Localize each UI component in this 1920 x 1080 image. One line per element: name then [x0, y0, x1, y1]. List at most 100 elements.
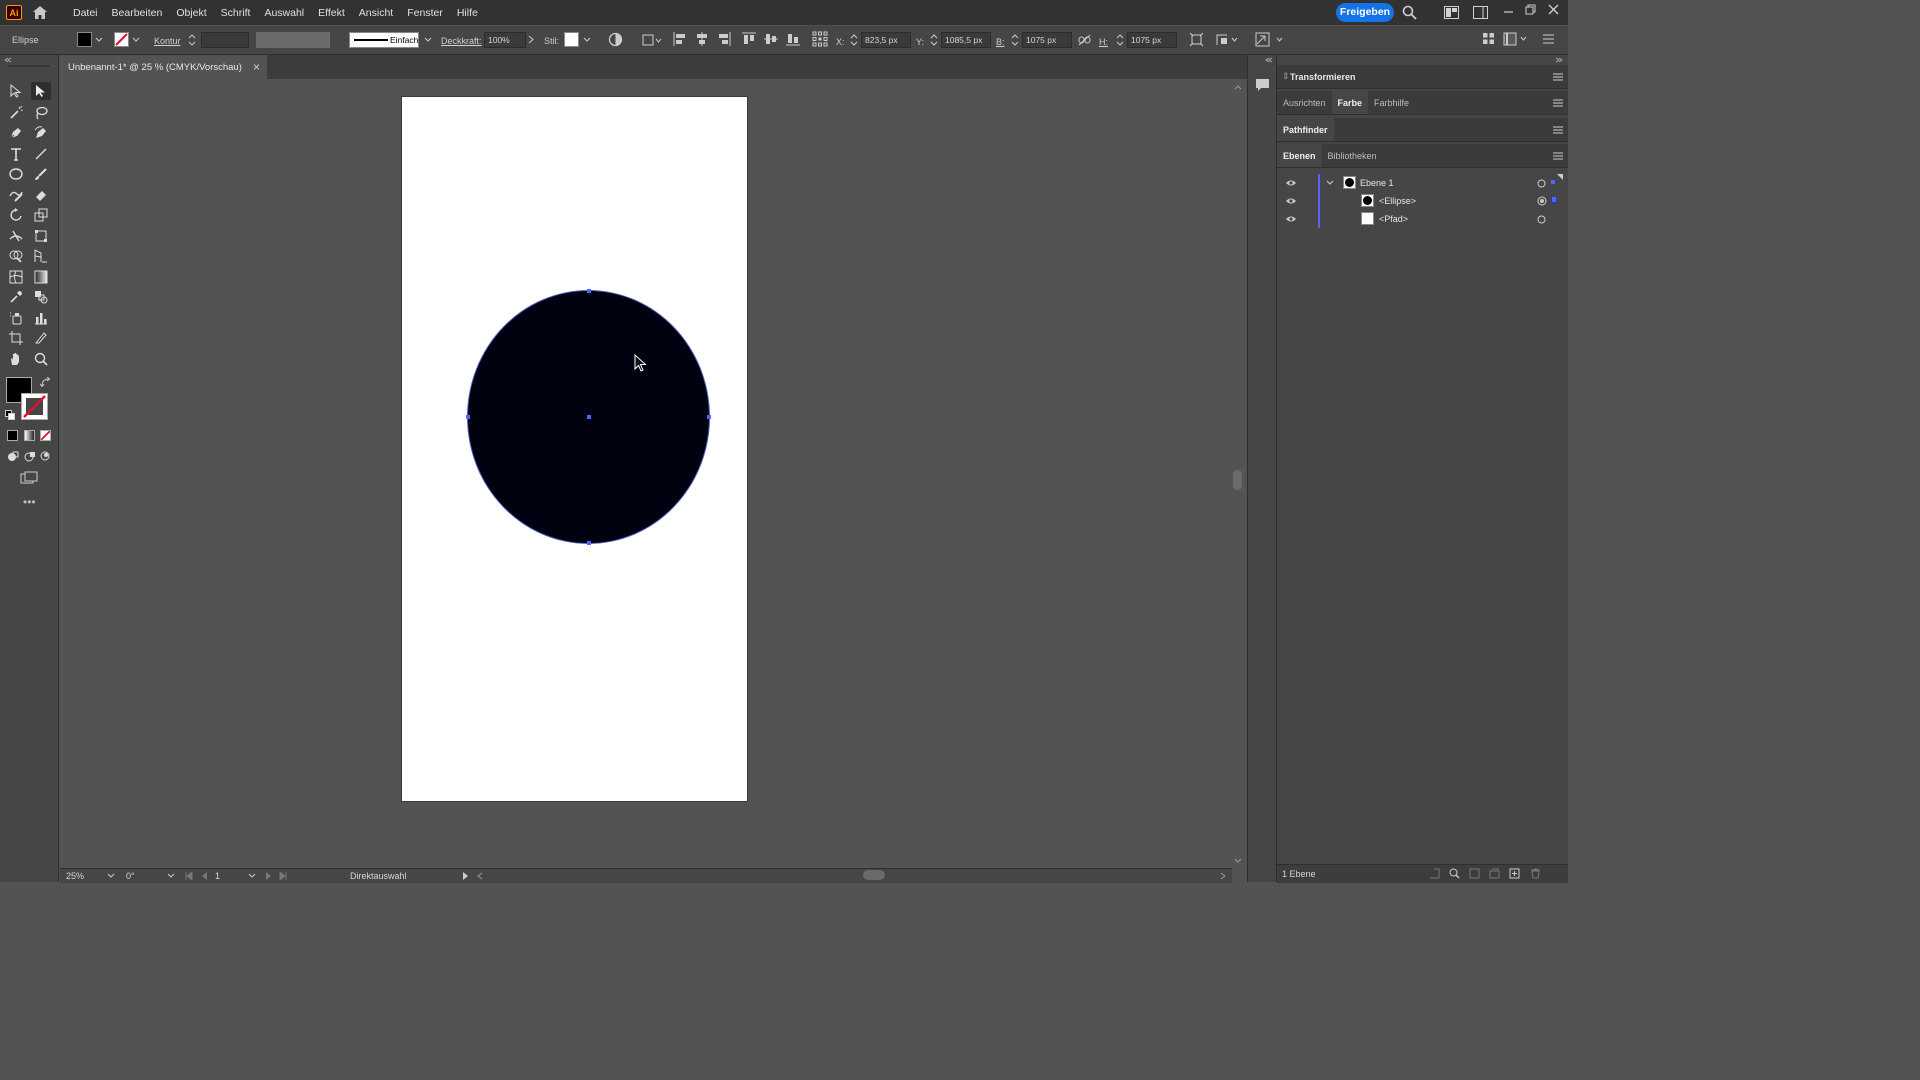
close-window-icon[interactable]	[1548, 4, 1559, 15]
layer-name[interactable]: <Ellipse>	[1379, 196, 1416, 206]
eye-icon[interactable]	[1285, 197, 1297, 205]
tab-farbhilfe[interactable]: Farbhilfe	[1368, 91, 1415, 114]
shape-builder-tool[interactable]	[7, 248, 25, 264]
align-right-icon[interactable]	[717, 32, 731, 46]
none-mode-button[interactable]	[40, 430, 51, 441]
workspace-icon[interactable]	[1473, 6, 1488, 19]
tab-bibliotheken[interactable]: Bibliotheken	[1322, 144, 1383, 167]
arrange-documents-icon[interactable]	[1444, 6, 1459, 19]
target-icon[interactable]	[1537, 215, 1546, 224]
vertical-scroll-thumb[interactable]	[1233, 470, 1242, 490]
layer-row[interactable]: Ebene 1	[1277, 174, 1568, 192]
anchor-point-right[interactable]	[707, 415, 711, 419]
eye-icon[interactable]	[1285, 179, 1297, 187]
height-field[interactable]: 1075 px	[1127, 32, 1177, 48]
grid-view-icon[interactable]	[1482, 32, 1495, 45]
clipping-mask-icon[interactable]	[1469, 868, 1480, 879]
stepper-icon[interactable]	[930, 33, 938, 47]
color-mode-button[interactable]	[7, 430, 18, 441]
anchor-point-top[interactable]	[587, 289, 591, 293]
collapse-icon[interactable]	[1555, 57, 1563, 63]
menu-datei[interactable]: Datei	[66, 7, 105, 19]
rotation-angle[interactable]: 0°	[126, 871, 135, 881]
gradient-mode-button[interactable]	[24, 430, 35, 441]
stroke-label[interactable]: Kontur	[154, 36, 181, 46]
export-icon[interactable]	[1429, 868, 1440, 879]
chevron-down-icon[interactable]	[1326, 180, 1334, 186]
direct-selection-tool[interactable]	[31, 82, 51, 100]
x-position-field[interactable]: 823,5 px	[861, 32, 911, 48]
new-layer-icon[interactable]	[1509, 868, 1520, 879]
paintbrush-tool[interactable]	[32, 166, 50, 182]
share-button[interactable]: Freigeben	[1336, 3, 1394, 22]
align-bottom-icon[interactable]	[786, 32, 800, 46]
zoom-tool[interactable]	[32, 351, 50, 367]
width-field[interactable]: 1075 px	[1022, 32, 1072, 48]
target-selected-icon[interactable]	[1537, 196, 1547, 206]
tab-ebenen[interactable]: Ebenen	[1277, 144, 1322, 167]
selection-indicator[interactable]	[1551, 196, 1557, 203]
fill-swatch[interactable]	[77, 32, 92, 47]
selection-tool[interactable]	[7, 83, 25, 99]
menu-ansicht[interactable]: Ansicht	[352, 7, 400, 19]
chevron-down-icon[interactable]	[107, 873, 115, 879]
shaper-tool[interactable]	[7, 187, 25, 203]
eraser-tool[interactable]	[32, 187, 50, 203]
collapse-icon[interactable]	[1265, 57, 1273, 63]
brush-definition-field[interactable]: Einfach	[349, 32, 419, 48]
width-tool[interactable]	[7, 228, 25, 244]
ellipse-tool[interactable]	[7, 166, 25, 182]
chevron-down-icon[interactable]	[167, 873, 175, 879]
free-transform-tool[interactable]	[32, 228, 50, 244]
selection-indicator[interactable]	[1551, 180, 1555, 184]
chevron-down-icon[interactable]	[132, 37, 140, 43]
chevron-right-icon[interactable]	[462, 872, 469, 880]
chevron-right-icon[interactable]	[528, 35, 534, 44]
edit-toolbar-icon[interactable]: •••	[23, 495, 36, 509]
chevron-down-icon[interactable]	[248, 873, 256, 879]
type-tool[interactable]	[7, 146, 25, 162]
center-point[interactable]	[587, 415, 591, 419]
isolate-icon[interactable]	[1255, 32, 1285, 47]
panel-menu-icon[interactable]	[1553, 99, 1563, 107]
layer-row[interactable]: <Ellipse>	[1277, 192, 1568, 210]
shape-options-icon[interactable]	[1215, 32, 1239, 47]
menu-schrift[interactable]: Schrift	[214, 7, 258, 19]
menu-objekt[interactable]: Objekt	[169, 7, 213, 19]
magic-wand-tool[interactable]	[7, 105, 25, 121]
menu-hilfe[interactable]: Hilfe	[450, 7, 485, 19]
menu-auswahl[interactable]: Auswahl	[257, 7, 311, 19]
stepper-icon[interactable]	[1116, 33, 1124, 47]
menu-fenster[interactable]: Fenster	[400, 7, 450, 19]
previous-artboard-icon[interactable]	[200, 872, 208, 880]
constrain-proportions-icon[interactable]	[1078, 34, 1091, 46]
height-label[interactable]: H:	[1099, 37, 1108, 47]
stepper-icon[interactable]	[1011, 33, 1019, 47]
hand-tool[interactable]	[7, 351, 25, 367]
artboard-number[interactable]: 1	[215, 871, 220, 881]
chevron-down-icon[interactable]	[583, 37, 591, 43]
align-middle-v-icon[interactable]	[764, 32, 778, 46]
align-left-icon[interactable]	[673, 32, 687, 46]
eyedropper-tool[interactable]	[7, 289, 25, 305]
eye-icon[interactable]	[1285, 215, 1297, 223]
graphic-style-swatch[interactable]	[564, 32, 579, 47]
column-graph-tool[interactable]	[32, 310, 50, 326]
trash-icon[interactable]	[1530, 868, 1541, 879]
draw-behind-icon[interactable]	[24, 451, 36, 462]
stroke-weight-field[interactable]	[201, 32, 249, 48]
perspective-grid-tool[interactable]	[32, 248, 50, 264]
panel-menu-icon[interactable]	[1553, 73, 1563, 81]
symbol-sprayer-tool[interactable]	[7, 310, 25, 326]
width-label[interactable]: B:	[996, 37, 1005, 47]
align-center-h-icon[interactable]	[695, 32, 709, 46]
layer-name[interactable]: Ebene 1	[1360, 178, 1394, 188]
y-position-field[interactable]: 1085,5 px	[941, 32, 991, 48]
line-tool[interactable]	[32, 146, 50, 162]
artboard-tool[interactable]	[7, 330, 25, 346]
menu-icon[interactable]	[1543, 34, 1554, 44]
panel-menu-icon[interactable]	[1553, 152, 1563, 160]
stepper-icon[interactable]	[850, 33, 858, 47]
curvature-tool[interactable]	[32, 125, 50, 141]
chevron-up-icon[interactable]	[1234, 84, 1242, 90]
